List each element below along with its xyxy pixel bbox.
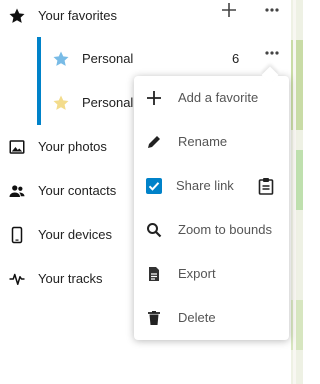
menu-item-label: Rename [178,134,228,149]
sidebar-item-label: Your photos [38,139,107,154]
pencil-icon [148,136,160,148]
sidebar-item-label: Your contacts [38,183,117,198]
share-link-menu-item[interactable]: Share link [134,164,289,208]
favorite-count: 6 [232,51,240,66]
favorite-category-item[interactable]: Personal 6 [0,37,291,81]
menu-item-label: Delete [178,310,216,325]
sidebar-item-label: Your favorites [38,8,118,23]
menu-item-label: Zoom to bounds [178,222,272,237]
map-view[interactable] [291,0,303,384]
sidebar-item-label: Your tracks [38,271,103,286]
checkbox-checked-icon[interactable] [146,178,162,194]
search-icon [147,223,162,238]
add-favorite-category-button[interactable] [219,0,239,20]
sidebar-item-favorites[interactable]: Your favorites [0,0,291,38]
favorite-category-label: Personal [82,51,134,66]
category-context-menu: Add a favorite Rename Share link Zoom to… [134,76,289,340]
map-road [293,0,296,384]
more-icon [265,51,279,55]
favorites-more-button[interactable] [262,0,282,20]
menu-item-label: Share link [176,178,234,193]
document-icon [149,267,159,281]
phone-icon [11,226,23,244]
contacts-icon [9,185,25,197]
trash-icon [148,311,160,325]
menu-item-label: Export [178,266,216,281]
image-icon [9,140,25,154]
favorite-category-label: Personal [82,95,134,110]
plus-icon [147,91,161,105]
menu-item-label: Add a favorite [178,90,259,105]
add-favorite-menu-item[interactable]: Add a favorite [134,76,289,120]
more-icon [265,8,279,12]
rename-menu-item[interactable]: Rename [134,120,289,164]
zoom-to-bounds-menu-item[interactable]: Zoom to bounds [134,208,289,252]
export-menu-item[interactable]: Export [134,252,289,296]
star-icon [53,95,69,110]
category-more-button[interactable] [262,43,282,63]
activity-icon [9,273,25,285]
sidebar-item-label: Your devices [38,227,112,242]
star-icon [53,51,69,66]
delete-menu-item[interactable]: Delete [134,296,289,340]
clipboard-icon[interactable] [258,177,274,195]
star-icon [9,8,25,23]
